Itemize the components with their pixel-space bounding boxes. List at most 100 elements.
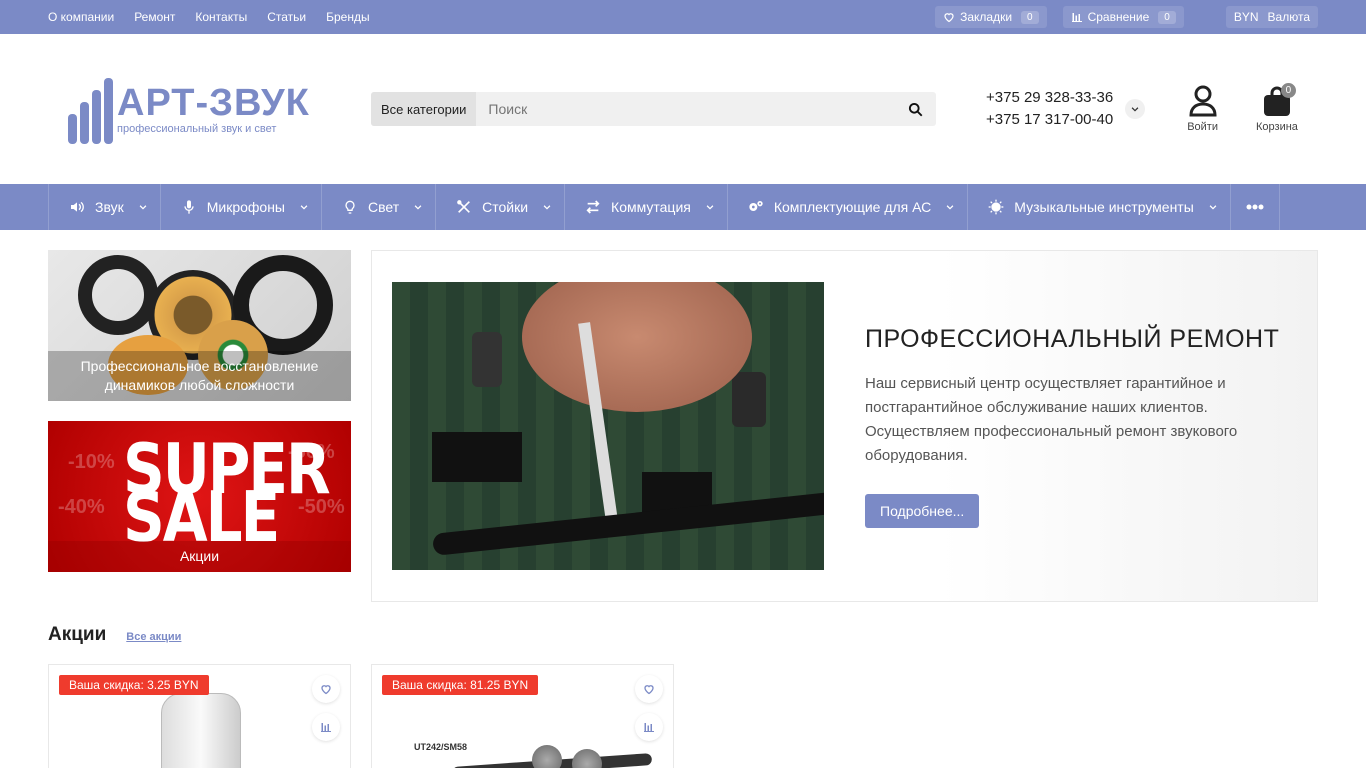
bar-chart-icon (321, 723, 331, 732)
nav-item-speaker-parts[interactable]: Комплектующие для АС (728, 184, 969, 230)
nav-item-light[interactable]: Свет (322, 184, 437, 230)
speaker-icon (71, 201, 84, 213)
more-button[interactable]: Подробнее... (865, 493, 980, 528)
chevron-down-icon (706, 205, 714, 210)
compare-button[interactable] (312, 713, 340, 741)
side-banners: Профессиональное восстановление динамико… (48, 250, 351, 602)
nav-item-stands[interactable]: Стойки (436, 184, 566, 230)
hero-text: ПРОФЕССИОНАЛЬНЫЙ РЕМОНТ Наш сервисный це… (865, 325, 1295, 528)
top-bar: О компании Ремонт Контакты Статьи Бренды… (0, 0, 1366, 34)
compare-button[interactable] (635, 713, 663, 741)
chevron-down-icon (1209, 205, 1217, 210)
all-promotions-link[interactable]: Все акции (126, 631, 181, 643)
nav-more-button[interactable] (1231, 184, 1280, 230)
bookmarks-button[interactable]: Закладки 0 (935, 6, 1047, 28)
microphone-image (532, 745, 562, 768)
sun-icon (988, 199, 1004, 215)
main-nav: Звук Микрофоны Свет Стойки Коммутация Ко… (0, 184, 1366, 230)
repair-banner-caption: Профессиональное восстановление динамико… (48, 351, 351, 401)
cart-button[interactable]: 0 Корзина (1256, 83, 1298, 133)
product-card[interactable]: Ваша скидка: 3.25 BYN (48, 664, 351, 768)
currency-selector[interactable]: BYN Валюта (1225, 6, 1318, 28)
nav-label: Комплектующие для АС (773, 199, 932, 215)
promotions-section: Акции Все акции Ваша скидка: 3.25 BYN UT… (0, 602, 1366, 768)
heart-icon (321, 685, 331, 695)
more-dots-icon (1246, 204, 1264, 210)
logo-title: АРТ-ЗВУК (117, 82, 310, 124)
top-link-brands[interactable]: Бренды (326, 10, 369, 24)
cart-count: 0 (1280, 83, 1296, 98)
nav-label: Музыкальные инструменты (1014, 199, 1194, 215)
nav-label: Звук (95, 199, 124, 215)
sale-banner-caption: Акции (48, 541, 351, 572)
logo-subtitle: профессиональный звук и свет (117, 123, 277, 135)
top-link-about[interactable]: О компании (48, 10, 114, 24)
top-right: Закладки 0 Сравнение 0 BYN Валюта (935, 6, 1318, 28)
top-link-contacts[interactable]: Контакты (195, 10, 247, 24)
login-label: Войти (1187, 121, 1218, 133)
heart-icon (944, 13, 954, 23)
nav-item-instruments[interactable]: Музыкальные инструменты (968, 184, 1231, 230)
phone-1[interactable]: +375 29 328-33-36 (986, 87, 1113, 109)
top-link-articles[interactable]: Статьи (267, 10, 306, 24)
search-button[interactable] (894, 92, 936, 126)
heart-icon (644, 685, 654, 695)
hero-title: ПРОФЕССИОНАЛЬНЫЙ РЕМОНТ (865, 324, 1280, 353)
top-links: О компании Ремонт Контакты Статьи Бренды (48, 10, 370, 24)
main-content: Профессиональное восстановление динамико… (0, 230, 1366, 602)
top-link-repair[interactable]: Ремонт (134, 10, 175, 24)
search-category-select[interactable]: Все категории (371, 92, 477, 126)
nav-item-microphones[interactable]: Микрофоны (161, 184, 322, 230)
cart-label: Корзина (1256, 121, 1298, 133)
lightbulb-icon (345, 200, 355, 214)
bookmarks-label: Закладки (960, 10, 1013, 24)
user-icon (1189, 85, 1217, 117)
product-card[interactable]: UT242/SM58 Ваша скидка: 81.25 BYN (371, 664, 674, 768)
repair-banner[interactable]: Профессиональное восстановление динамико… (48, 250, 351, 401)
compare-count: 0 (1158, 10, 1176, 24)
sale-banner[interactable]: -10% -40% -50% -50% SUPER SALE Акции (48, 421, 351, 572)
chip-image (432, 432, 522, 482)
nav-item-switching[interactable]: Коммутация (565, 184, 728, 230)
nav-label: Стойки (482, 199, 529, 215)
compare-button[interactable]: Сравнение 0 (1062, 6, 1184, 28)
capacitor-image (732, 372, 766, 427)
microphone-icon (184, 200, 194, 214)
microphone-image (572, 749, 602, 768)
phones-dropdown-toggle[interactable] (1125, 99, 1146, 119)
header: АРТ-ЗВУК профессиональный звук и свет Вс… (0, 34, 1366, 184)
chevron-down-icon (543, 205, 551, 210)
phone-2[interactable]: +375 17 317-00-40 (986, 109, 1113, 131)
bookmark-button[interactable] (312, 675, 340, 703)
bookmarks-count: 0 (1021, 10, 1039, 24)
sale-decoration: -40% (58, 496, 105, 518)
bookmark-button[interactable] (635, 675, 663, 703)
bar-chart-icon (644, 723, 654, 732)
discount-badge: Ваша скидка: 3.25 BYN (59, 675, 209, 695)
nav-item-sound[interactable]: Звук (49, 184, 161, 230)
search-input[interactable] (476, 92, 894, 126)
gears-icon (749, 201, 763, 211)
compare-label: Сравнение (1087, 10, 1150, 24)
nav-label: Микрофоны (206, 199, 285, 215)
sale-decoration: -10% (68, 451, 115, 473)
nav-label: Свет (368, 199, 400, 215)
logo[interactable]: АРТ-ЗВУК профессиональный звук и свет (48, 63, 338, 155)
promotions-header: Акции Все акции (48, 602, 1318, 664)
login-button[interactable]: Войти (1187, 85, 1218, 133)
chevron-down-icon (139, 205, 147, 210)
hero-description: Наш сервисный центр осуществляет гаранти… (865, 374, 1238, 464)
chevron-down-icon (946, 205, 954, 210)
chevron-down-icon (1131, 107, 1139, 112)
speaker-part-image (78, 255, 158, 335)
product-image-text: UT242/SM58 (414, 742, 468, 752)
tools-icon (457, 200, 471, 213)
chevron-down-icon (414, 205, 422, 210)
hero-slide: ПРОФЕССИОНАЛЬНЫЙ РЕМОНТ Наш сервисный це… (371, 250, 1318, 602)
hero-image (392, 282, 824, 570)
product-cards: Ваша скидка: 3.25 BYN UT242/SM58 Ваша ск… (48, 664, 1318, 768)
currency-code: BYN (1233, 10, 1259, 24)
lamp-image (161, 693, 241, 768)
currency-label: Валюта (1267, 10, 1310, 24)
logo-equalizer-icon (68, 74, 113, 144)
